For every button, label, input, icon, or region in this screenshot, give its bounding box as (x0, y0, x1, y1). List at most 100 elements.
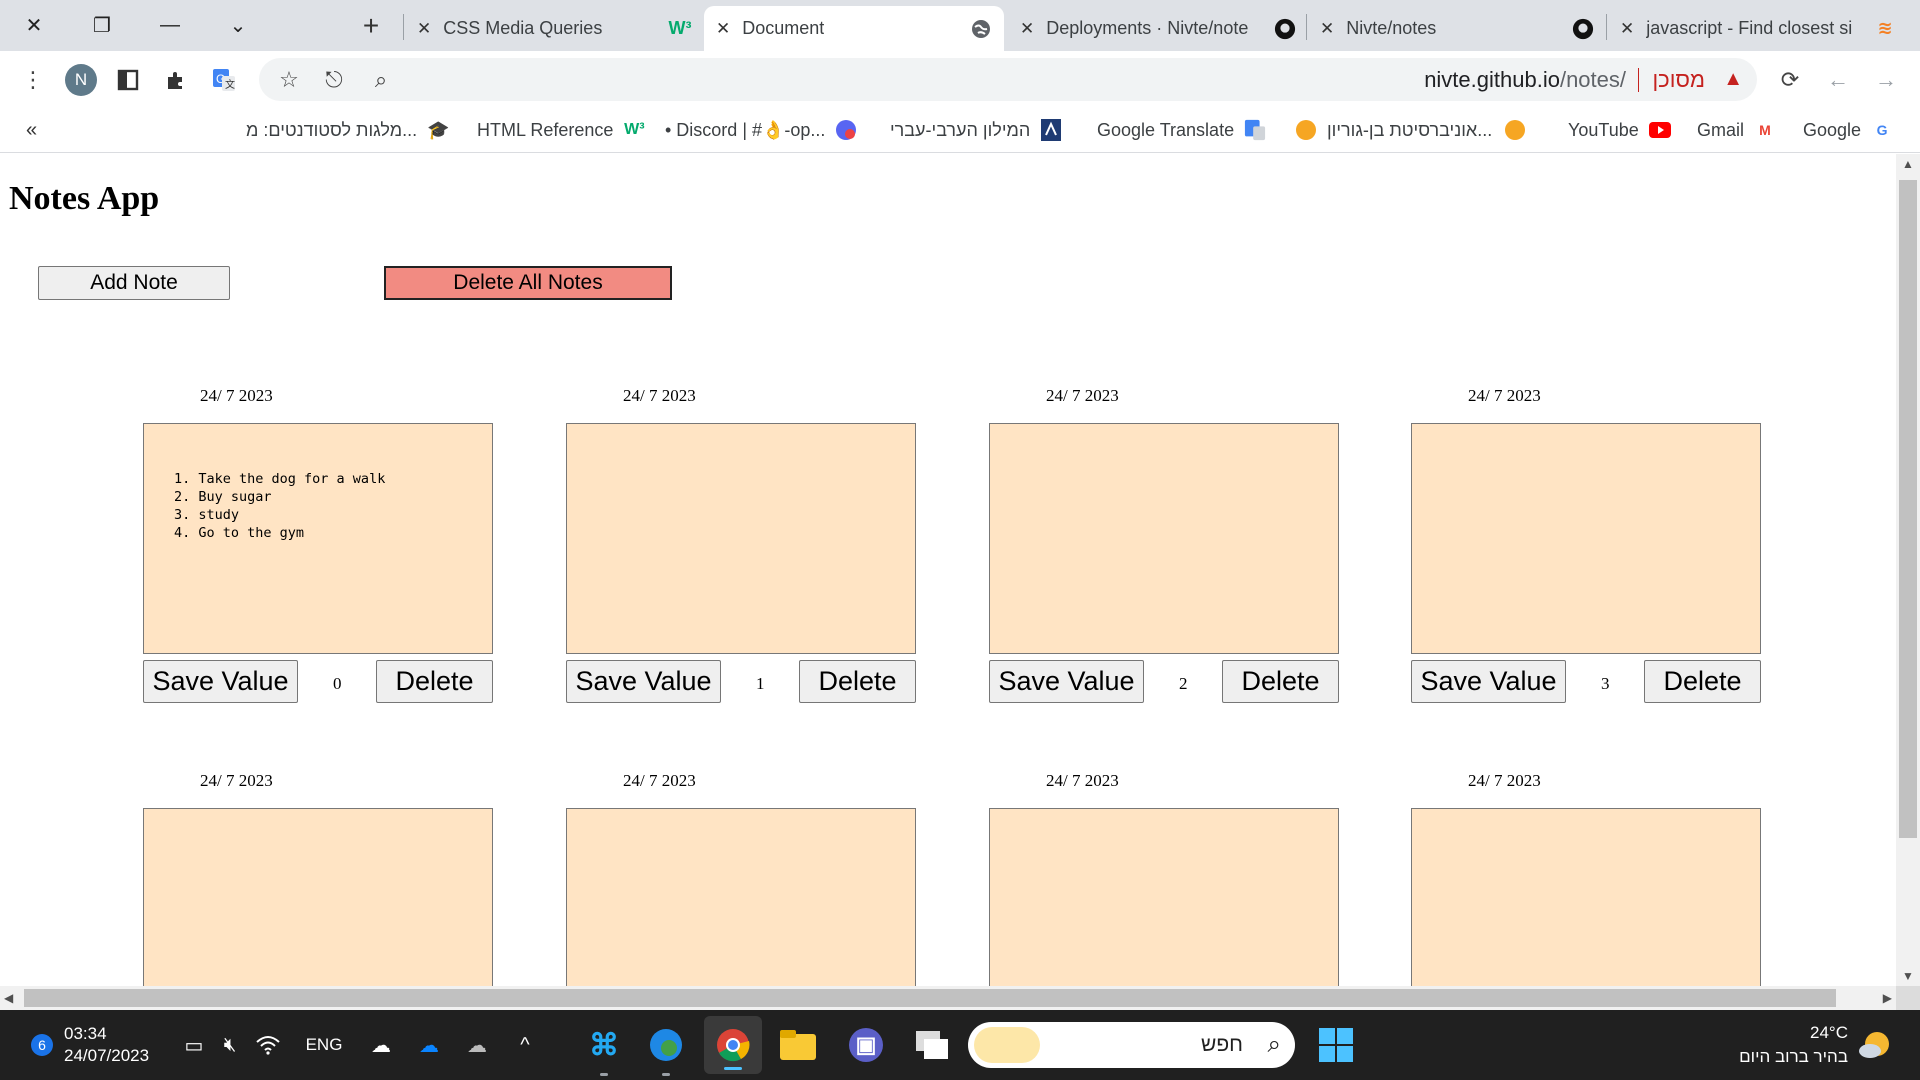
back-arrow-icon[interactable]: ← (1816, 51, 1860, 108)
github-icon (1274, 18, 1296, 40)
zoom-icon[interactable]: ⌕ (359, 51, 403, 108)
note-textarea[interactable] (1411, 808, 1761, 986)
tab-deployments[interactable]: ✕ Deployments · Nivte/note (1008, 6, 1308, 51)
task-view-app-icon[interactable] (906, 1010, 958, 1080)
horizontal-scrollbar[interactable]: ◀ ▶ (0, 986, 1896, 1010)
bookmark-gmail[interactable]: Gmail M (1697, 108, 1776, 152)
note-textarea[interactable] (989, 808, 1339, 986)
bookmark-google-translate[interactable]: Google Translate (1097, 108, 1266, 152)
taskbar-search[interactable]: חפש ⌕ (968, 1022, 1295, 1068)
tab-document[interactable]: ✕ Document (704, 6, 1004, 51)
bgu-icon (1504, 119, 1526, 141)
url-separator (1638, 68, 1639, 92)
save-value-button[interactable]: Save Value (989, 660, 1144, 703)
search-highlight-icon (974, 1027, 1040, 1063)
onedrive-icon[interactable]: ☁ (412, 1010, 446, 1080)
wifi-icon[interactable] (250, 1010, 286, 1080)
delete-note-button[interactable]: Delete (1644, 660, 1761, 703)
delete-note-button[interactable]: Delete (1222, 660, 1339, 703)
minimize-window-icon[interactable]: — (136, 0, 204, 51)
delete-note-button[interactable]: Delete (376, 660, 493, 703)
bookmark-discord[interactable]: • Discord | #👌-op... (665, 108, 857, 152)
scroll-up-arrow-icon[interactable]: ▲ (1896, 154, 1920, 174)
note-textarea[interactable] (1411, 423, 1761, 654)
save-value-button[interactable]: Save Value (1411, 660, 1566, 703)
close-tab-icon[interactable]: ✕ (1020, 19, 1034, 39)
tab-nivte-notes[interactable]: ✕ Nivte/notes (1308, 6, 1606, 51)
tab-css-media-queries[interactable]: ✕ CSS Media Queries W³ (405, 6, 703, 51)
battery-icon[interactable]: ▭ (178, 1010, 210, 1080)
note-textarea[interactable] (566, 423, 916, 654)
tab-search-chevron-icon[interactable]: ⌄ (204, 0, 272, 51)
browser-toolbar: ⋮ N G文 ☆ ⎋ ⌕ nivte.github.io/notes/ מסוכ… (0, 51, 1920, 108)
bookmark-arabic-dictionary[interactable]: המילון הערבי-עברי (890, 108, 1062, 152)
new-tab-button[interactable]: + (349, 0, 393, 51)
globe-icon (970, 18, 992, 40)
note-date: 24/ 7 2023 (623, 386, 696, 405)
close-tab-icon[interactable]: ✕ (1620, 19, 1634, 39)
language-indicator[interactable]: ENG (300, 1010, 348, 1080)
note-date: 24/ 7 2023 (200, 771, 273, 790)
note-textarea[interactable]: 1. Take the dog for a walk 2. Buy sugar … (143, 423, 493, 654)
note-date: 24/ 7 2023 (623, 771, 696, 790)
save-value-button[interactable]: Save Value (566, 660, 721, 703)
note-index: 1 (756, 674, 765, 693)
scroll-left-arrow-icon[interactable]: ◀ (4, 986, 13, 1010)
scroll-right-arrow-icon[interactable]: ▶ (1883, 986, 1892, 1010)
close-tab-icon[interactable]: ✕ (417, 19, 431, 39)
tab-javascript-closest[interactable]: ✕ javascript - Find closest si ≋ (1608, 6, 1908, 51)
security-warning-label[interactable]: מסוכן (1652, 58, 1705, 101)
extensions-icon[interactable] (154, 51, 198, 108)
vertical-scrollbar[interactable]: ▲ ▼ (1896, 154, 1920, 986)
add-note-button[interactable]: Add Note (38, 266, 230, 300)
close-tab-icon[interactable]: ✕ (716, 19, 730, 39)
note-date: 24/ 7 2023 (1468, 771, 1541, 790)
forward-arrow-icon[interactable]: → (1864, 51, 1908, 108)
translate-icon[interactable]: G文 (202, 51, 246, 108)
share-icon[interactable]: ⎋ (312, 51, 356, 108)
bookmark-star-icon[interactable]: ☆ (267, 51, 311, 108)
delete-note-button[interactable]: Delete (799, 660, 916, 703)
reload-icon[interactable]: ⟳ (1768, 51, 1812, 108)
note-textarea[interactable] (989, 423, 1339, 654)
cloud-error-icon[interactable]: ☁ (460, 1010, 494, 1080)
cloud-warning-icon[interactable]: ☁ (364, 1010, 398, 1080)
bookmark-google[interactable]: Google G (1803, 108, 1893, 152)
warning-triangle-icon[interactable]: ▲ (1723, 58, 1743, 101)
file-explorer-app-icon[interactable] (772, 1010, 824, 1080)
note-textarea[interactable] (143, 808, 493, 986)
bookmark-bgu[interactable]: אוניברסיטת בן-גוריון... (1295, 108, 1526, 152)
show-hidden-icons-chevron-icon[interactable]: ^ (510, 1010, 540, 1080)
teams-app-icon[interactable]: ▣ (840, 1010, 892, 1080)
restore-window-icon[interactable]: ❐ (68, 0, 136, 51)
start-button[interactable] (1316, 1010, 1356, 1080)
close-window-icon[interactable]: ✕ (0, 0, 68, 51)
bgu-icon (1295, 119, 1317, 141)
save-value-button[interactable]: Save Value (143, 660, 298, 703)
chrome-app-icon[interactable] (704, 1016, 762, 1074)
scroll-down-arrow-icon[interactable]: ▼ (1896, 966, 1920, 986)
weather-moon-cloud-icon[interactable] (1852, 1010, 1896, 1080)
bookmark-scholarships[interactable]: מלגות לסטודנטים: מ... 🎓 (246, 108, 449, 152)
close-tab-icon[interactable]: ✕ (1320, 19, 1334, 39)
weather-widget[interactable]: 24°C בהיר ברוב היום (1708, 1010, 1848, 1080)
bookmark-html-reference[interactable]: HTML Reference W³ (477, 108, 645, 152)
address-bar[interactable]: ☆ ⎋ ⌕ nivte.github.io/notes/ מסוכן ▲ (259, 58, 1757, 101)
url-text[interactable]: nivte.github.io/notes/ (1424, 58, 1626, 101)
clock[interactable]: 03:34 24/07/2023 (64, 1010, 164, 1080)
speaker-muted-icon[interactable]: 🔇︎ (214, 1010, 246, 1080)
note-date: 24/ 7 2023 (1468, 386, 1541, 405)
notification-badge[interactable]: 6 (28, 1010, 56, 1080)
stackoverflow-icon: ≋ (1877, 18, 1893, 38)
more-bookmarks-chevron-icon[interactable]: « (26, 108, 37, 152)
profile-avatar[interactable]: N (59, 51, 103, 108)
edge-app-icon[interactable] (640, 1010, 692, 1080)
delete-all-notes-button[interactable]: Delete All Notes (384, 266, 672, 300)
vertical-scroll-thumb[interactable] (1899, 180, 1917, 838)
menu-kebab-icon[interactable]: ⋮ (11, 51, 55, 108)
horizontal-scroll-thumb[interactable] (24, 989, 1836, 1007)
note-textarea[interactable] (566, 808, 916, 986)
bookmark-youtube[interactable]: YouTube (1568, 108, 1671, 152)
vscode-app-icon[interactable]: ⌘ (578, 1010, 630, 1080)
sidebar-icon[interactable] (106, 51, 150, 108)
